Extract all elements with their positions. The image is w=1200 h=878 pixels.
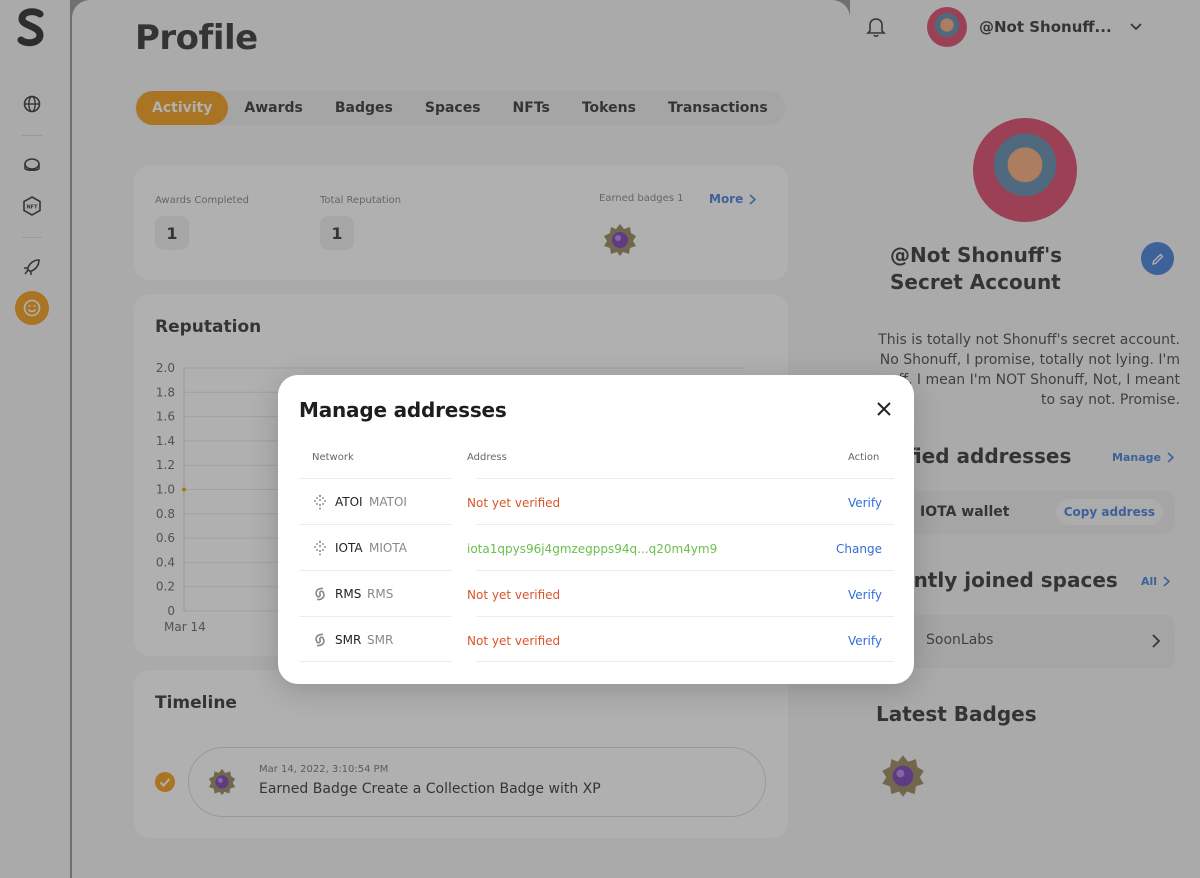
shimmer-icon [315,633,325,647]
address-cell: Not yet verified Verify [467,616,894,662]
network-name: SMR [335,633,362,647]
network-name: IOTA [335,541,363,555]
header-address: Address [467,452,507,463]
network-cell: SMR SMR [299,616,452,662]
address-value: iota1qpys96j4gmzegpps94q...q20m4ym9 [467,542,718,556]
iota-icon [314,494,326,510]
shimmer-icon [315,587,325,601]
address-row: IOTA MIOTA iota1qpys96j4gmzegpps94q...q2… [299,524,894,570]
network-cell: RMS RMS [299,570,452,616]
modal-title: Manage addresses [299,398,507,422]
manage-addresses-modal: Manage addresses Network Address Action … [278,375,914,684]
close-icon[interactable] [874,399,894,419]
header-network: Network [312,452,354,463]
header-action: Action [848,452,880,463]
network-cell: IOTA MIOTA [299,524,452,570]
verify-button[interactable]: Verify [848,496,882,510]
iota-icon [314,540,326,556]
address-value: Not yet verified [467,588,561,602]
network-name: ATOI [335,495,363,509]
verify-button[interactable]: Verify [848,634,882,648]
address-value: Not yet verified [467,634,561,648]
network-unit: MIOTA [369,541,407,555]
address-row: RMS RMS Not yet verified Verify [299,570,894,616]
address-row: SMR SMR Not yet verified Verify [299,616,894,662]
address-cell: Not yet verified Verify [467,570,894,616]
address-value: Not yet verified [467,496,561,510]
network-unit: SMR [367,633,394,647]
network-name: RMS [335,587,362,601]
verify-button[interactable]: Verify [848,588,882,602]
address-cell: iota1qpys96j4gmzegpps94q...q20m4ym9 Chan… [467,524,894,570]
network-cell: ATOI MATOI [299,478,452,524]
network-unit: MATOI [369,495,407,509]
address-row: ATOI MATOI Not yet verified Verify [299,478,894,524]
network-unit: RMS [367,587,394,601]
change-button[interactable]: Change [836,542,882,556]
address-cell: Not yet verified Verify [467,478,894,524]
